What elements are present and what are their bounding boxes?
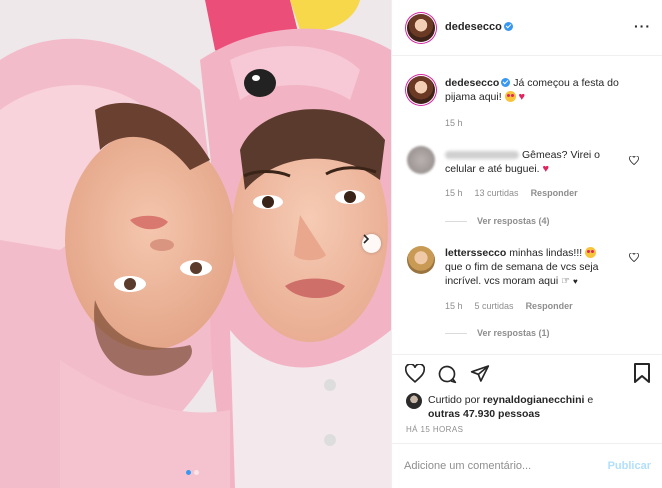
comment-2-meta: 15 h 5 curtidas Responder (445, 301, 585, 311)
post-side-panel: dedesecco ··· dedesecco Já começou a fes… (391, 0, 662, 488)
author-username-row[interactable]: dedesecco (445, 21, 513, 33)
comment-1-reply[interactable]: Responder (531, 188, 578, 198)
likes-summary: Curtido por reynaldogianecchini e outras… (428, 393, 653, 421)
post-photo[interactable] (0, 0, 391, 488)
heart-eyes-emoji-icon (585, 247, 597, 258)
post-header: dedesecco ··· (392, 0, 662, 56)
caption: dedesecco Já começou a festa do pijama a… (445, 76, 645, 104)
post-timestamp[interactable]: HÁ 15 HORAS (406, 425, 463, 434)
comment-2-username[interactable]: letterssecco (445, 247, 506, 259)
likes-prefix: Curtido por (428, 394, 480, 406)
comment-2-time[interactable]: 15 h (445, 301, 463, 311)
comments-section: dedesecco Já começou a festa do pijama a… (392, 57, 662, 354)
more-options-icon[interactable]: ··· (634, 19, 651, 33)
comment-avatar[interactable] (407, 246, 435, 274)
heart-eyes-emoji-icon (504, 91, 516, 102)
comment-1: Gêmeas? Virei o celular e até buguei. ♥ (445, 148, 623, 176)
post-actions: Curtido por reynaldogianecchini e outras… (392, 354, 662, 434)
comment-1-meta: 15 h 13 curtidas Responder (445, 188, 590, 198)
save-bookmark-icon[interactable] (634, 363, 650, 383)
photo-illustration (0, 0, 391, 488)
carousel-dot (194, 470, 199, 475)
comment-2: letterssecco minhas lindas!!! que o fim … (445, 246, 625, 289)
view-replies-2[interactable]: Ver respostas (1) (445, 328, 550, 338)
verified-badge-icon (501, 78, 511, 87)
verified-badge-icon (503, 22, 513, 31)
share-send-icon[interactable] (470, 364, 490, 383)
next-photo-button[interactable] (362, 234, 381, 253)
add-comment-bar: Publicar (392, 443, 662, 488)
likes-others[interactable]: outras 47.930 pessoas (428, 408, 540, 420)
caption-time[interactable]: 15 h (445, 118, 463, 128)
author-username[interactable]: dedesecco (445, 21, 502, 33)
red-heart-emoji-icon: ♥ (542, 163, 550, 175)
comment-1-time[interactable]: 15 h (445, 188, 463, 198)
comment-2-text-line3: incrível. vcs moram aqui (445, 275, 559, 287)
comment-1-likes[interactable]: 13 curtidas (475, 188, 519, 198)
chevron-right-icon (363, 234, 370, 244)
like-heart-icon[interactable] (405, 364, 425, 383)
caption-username[interactable]: dedesecco (445, 77, 499, 89)
view-replies-1[interactable]: Ver respostas (4) (445, 216, 550, 226)
carousel-dots (186, 470, 199, 475)
caption-meta: 15 h (445, 118, 475, 128)
comment-2-likes[interactable]: 5 curtidas (475, 301, 514, 311)
liked-by-username[interactable]: reynaldogianecchini (483, 394, 585, 406)
liked-by-avatar[interactable] (406, 393, 422, 409)
like-comment-heart-icon[interactable] (629, 156, 639, 165)
caption-avatar[interactable] (407, 76, 435, 104)
comment-2-text-line2: que o fim de semana de vcs seja (445, 261, 599, 273)
carousel-dot-active (186, 470, 191, 475)
comment-bubble-icon[interactable] (437, 364, 457, 384)
comment-avatar[interactable] (407, 146, 435, 174)
publish-button[interactable]: Publicar (608, 460, 651, 472)
black-heart-emoji-icon: ♥ (573, 277, 578, 286)
pointing-hand-emoji-icon: ☞ (561, 276, 571, 287)
comment-2-reply[interactable]: Responder (526, 301, 573, 311)
author-avatar[interactable] (407, 14, 435, 42)
comment-username-blurred[interactable] (445, 151, 519, 160)
like-comment-heart-icon[interactable] (629, 253, 639, 262)
comment-2-text-line1: minhas lindas!!! (509, 247, 583, 259)
likes-mid: e (587, 394, 594, 406)
red-heart-emoji-icon: ♥ (518, 91, 525, 103)
add-comment-input[interactable] (404, 456, 594, 476)
